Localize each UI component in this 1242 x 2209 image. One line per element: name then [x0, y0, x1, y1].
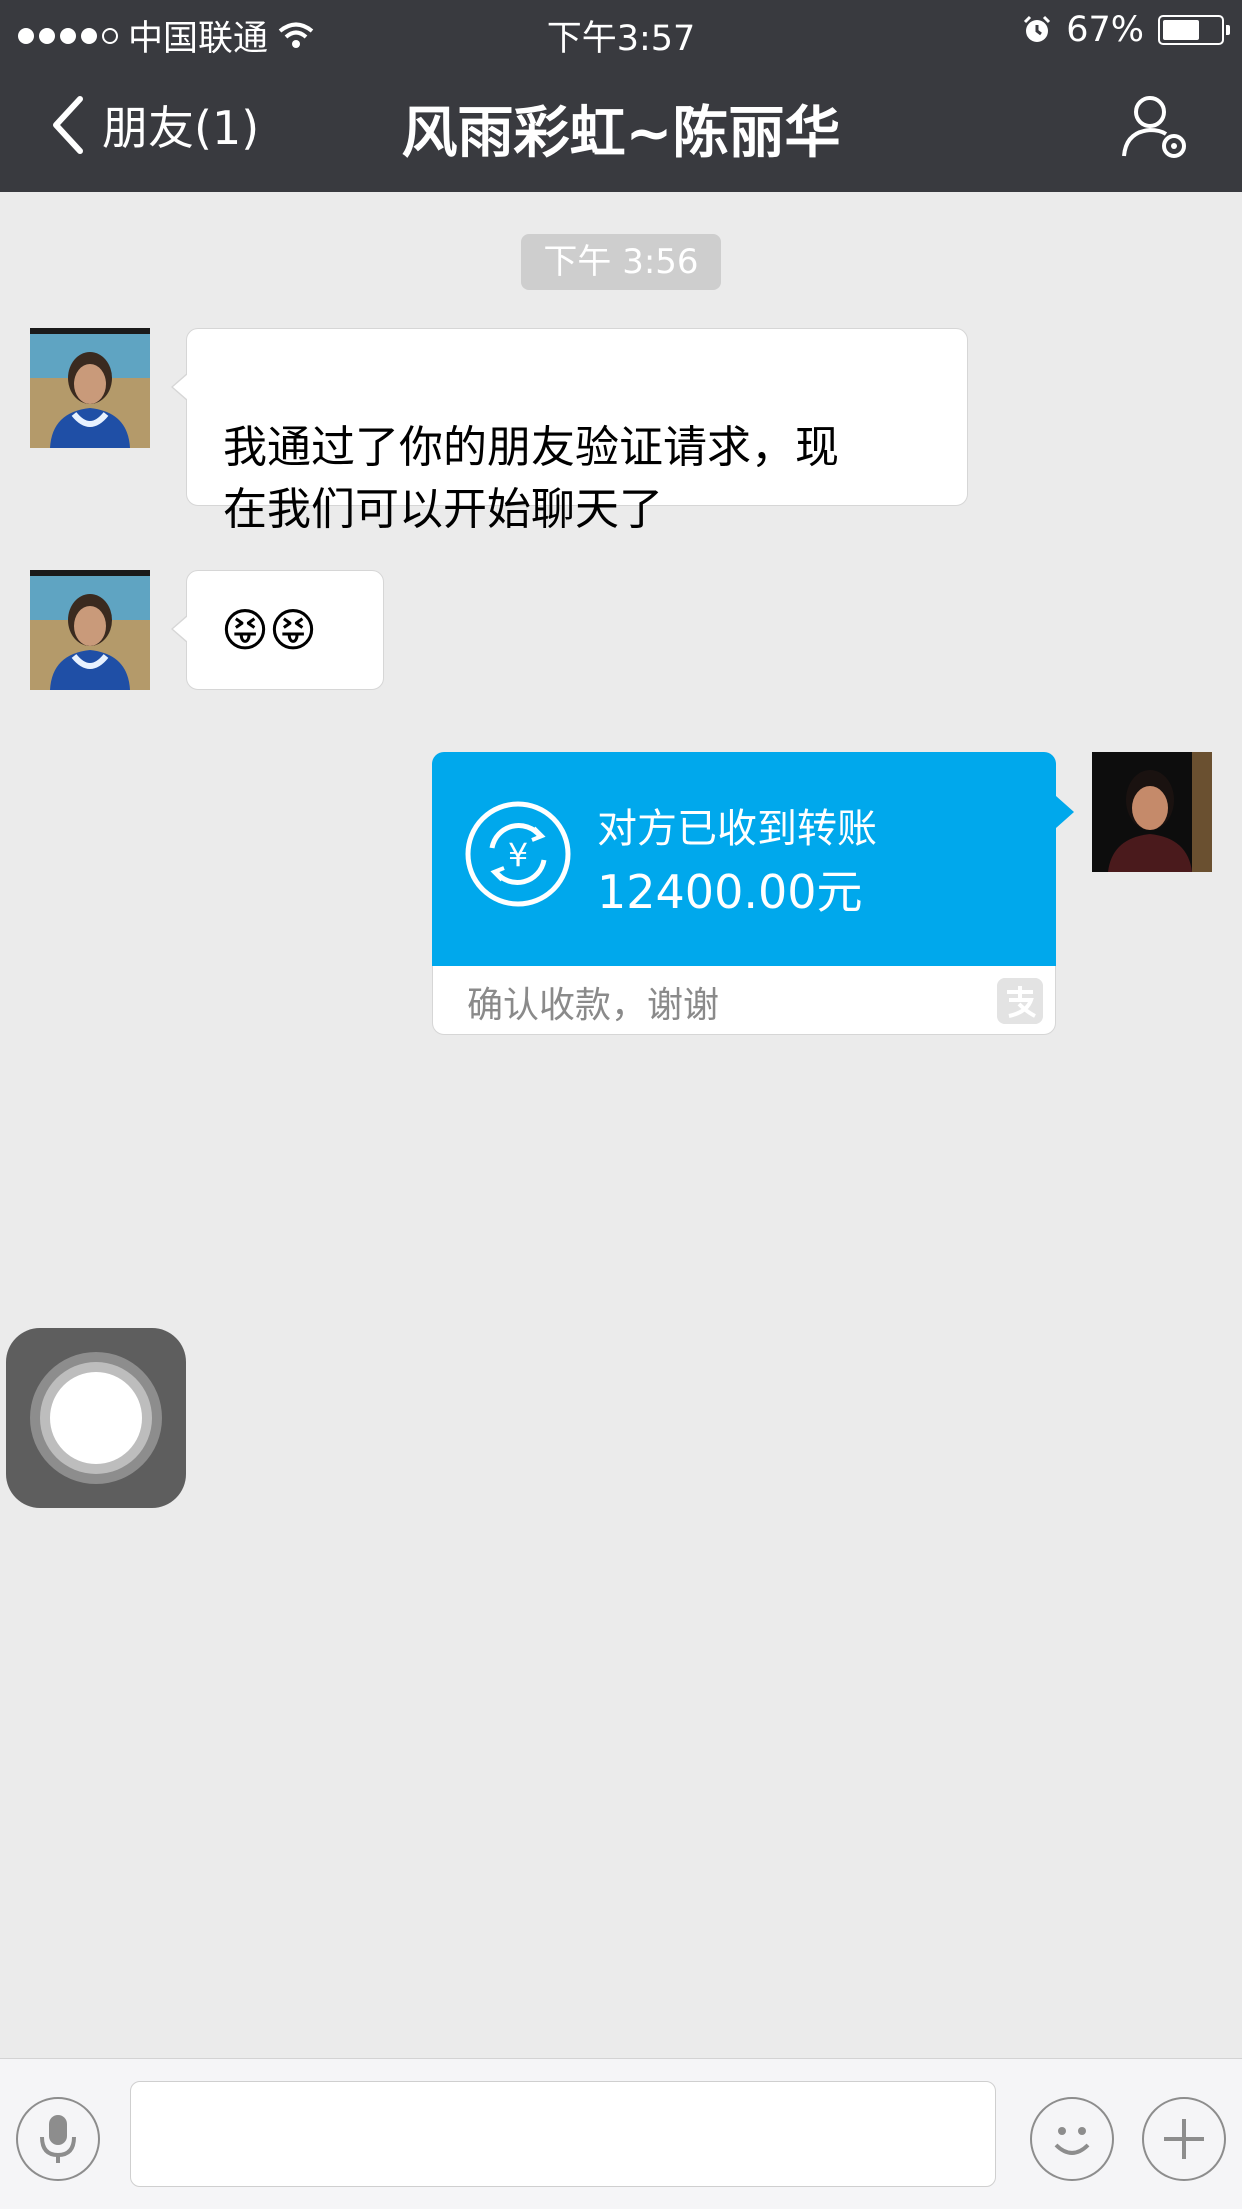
- message-text: 我通过了你的朋友验证请求，现 在我们可以开始聊天了: [223, 422, 839, 535]
- smiley-icon: [1054, 2127, 1090, 2155]
- chat-info-button[interactable]: [1120, 92, 1190, 162]
- message-bubble[interactable]: 我通过了你的朋友验证请求，现 在我们可以开始聊天了: [171, 328, 968, 535]
- battery-icon: [1158, 15, 1230, 45]
- contact-avatar[interactable]: [30, 328, 150, 448]
- voice-input-button[interactable]: [16, 2097, 100, 2181]
- svg-text:¥: ¥: [508, 836, 528, 874]
- chat-input-bar: [0, 2058, 1242, 2209]
- chat-title: 风雨彩虹~陈丽华: [401, 101, 841, 166]
- more-options-button[interactable]: [1142, 2097, 1226, 2181]
- my-avatar[interactable]: [1092, 752, 1212, 872]
- emoji-message: 😝😝: [221, 603, 317, 657]
- transfer-title: 对方已收到转账: [597, 806, 877, 852]
- nav-bar: 朋友(1) 风雨彩虹~陈丽华: [0, 62, 1242, 192]
- message-bubble[interactable]: 😝😝: [171, 570, 384, 690]
- emoji-button[interactable]: [1030, 2097, 1114, 2181]
- transfer-amount: 12400.00元: [597, 865, 863, 919]
- alipay-icon: [997, 978, 1043, 1024]
- bubble-tail: [1056, 796, 1074, 828]
- assistive-touch-button[interactable]: [6, 1328, 186, 1508]
- transfer-note: 确认收款，谢谢: [467, 985, 720, 1026]
- microphone-icon: [40, 2115, 76, 2163]
- message-timestamp: 下午 3:56: [521, 234, 721, 290]
- alarm-clock-icon: [1024, 15, 1051, 42]
- transfer-card[interactable]: ¥ 对方已收到转账 12400.00元 确认收款，谢谢: [432, 752, 1074, 1036]
- plus-icon: [1164, 2119, 1204, 2159]
- contact-avatar[interactable]: [30, 570, 150, 690]
- message-input[interactable]: [130, 2081, 996, 2187]
- battery-percentage: 67%: [1066, 10, 1144, 50]
- transfer-card-footer: 确认收款，谢谢: [432, 966, 1056, 1035]
- status-bar: 中国联通 下午3:57 67%: [0, 0, 1242, 62]
- status-right: 67%: [1022, 10, 1230, 50]
- transfer-exchange-icon: ¥: [465, 801, 571, 907]
